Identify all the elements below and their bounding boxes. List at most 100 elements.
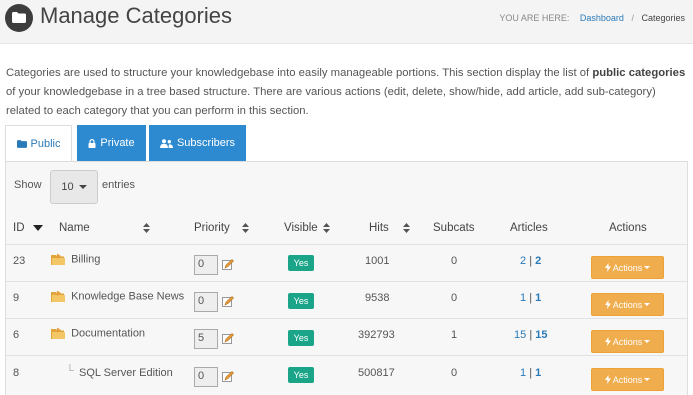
articles-count-link[interactable]: 1 — [520, 292, 526, 304]
tab-subscribers[interactable]: Subscribers — [149, 125, 246, 161]
entries-per-page-value: 10 — [61, 181, 74, 193]
articles-count-link[interactable]: 1 — [520, 367, 526, 379]
visible-toggle[interactable]: Yes — [288, 330, 314, 346]
page-header: Manage Categories YOU ARE HERE: Dashboar… — [0, 0, 693, 44]
caret-down-icon — [644, 266, 651, 269]
column-header-visible[interactable]: Visible — [284, 222, 330, 234]
breadcrumb-prefix: YOU ARE HERE: — [499, 13, 570, 23]
breadcrumb-dashboard-link[interactable]: Dashboard — [580, 13, 624, 23]
articles-total: 15 — [535, 329, 548, 341]
articles-total: 1 — [535, 367, 542, 379]
priority-input[interactable]: 5 — [194, 329, 218, 349]
actions-button[interactable]: Actions — [591, 293, 664, 316]
column-header-subcats: Subcats — [433, 222, 475, 234]
bolt-icon — [604, 375, 611, 384]
category-name: Documentation — [71, 327, 146, 340]
bolt-icon — [604, 263, 611, 272]
sort-desc-icon — [32, 224, 43, 231]
category-name-link[interactable]: SQL Server Edition — [79, 367, 173, 379]
row-hits: 1001 — [365, 255, 390, 267]
sort-icon — [142, 222, 150, 233]
edit-pencil-icon[interactable] — [222, 371, 234, 383]
row-subcats: 0 — [451, 292, 458, 304]
articles-total: 2 — [535, 255, 542, 267]
actions-button-label: Actions — [612, 299, 643, 310]
priority-input[interactable]: 0 — [194, 255, 218, 275]
category-name: Billing — [71, 253, 101, 266]
show-label: Show — [14, 179, 42, 191]
intro-text: Categories are used to structure your kn… — [6, 64, 686, 121]
column-header-priority[interactable]: Priority — [194, 222, 249, 234]
column-header-actions: Actions — [609, 222, 647, 234]
row-id: 6 — [13, 329, 20, 341]
actions-button[interactable]: Actions — [591, 256, 664, 279]
users-icon — [159, 138, 173, 148]
column-header-hits[interactable]: Hits — [369, 222, 411, 234]
breadcrumb-separator: / — [631, 13, 634, 23]
folder-icon — [16, 140, 27, 148]
breadcrumb-current: Categories — [641, 13, 685, 23]
column-header-name[interactable]: Name — [59, 222, 150, 234]
column-header-visible-label: Visible — [284, 222, 318, 234]
tab-private-label: Private — [100, 137, 135, 149]
row-subcats: 0 — [451, 367, 458, 379]
edit-pencil-icon[interactable] — [222, 296, 234, 308]
articles-separator: | — [529, 255, 533, 267]
articles-separator: | — [529, 329, 533, 341]
caret-down-icon — [644, 378, 651, 381]
row-hits: 500817 — [358, 367, 395, 379]
actions-button[interactable]: Actions — [591, 368, 664, 391]
folder-icon — [5, 4, 33, 32]
visible-toggle[interactable]: Yes — [288, 367, 314, 383]
column-header-id-label: ID — [13, 222, 25, 234]
visible-toggle[interactable]: Yes — [288, 255, 314, 271]
tab-public-label: Public — [30, 138, 61, 150]
intro-text-part2: of your knowledgebase in a tree based st… — [6, 86, 656, 117]
column-header-name-label: Name — [59, 222, 90, 234]
column-header-id[interactable]: ID — [13, 222, 43, 234]
row-id: 23 — [13, 255, 26, 267]
entries-per-page-select[interactable]: 10 — [50, 170, 98, 204]
row-articles: 1 | 1 — [520, 367, 541, 379]
row-divider — [6, 355, 687, 356]
category-name-link[interactable]: Knowledge Base News — [51, 290, 184, 303]
visible-toggle[interactable]: Yes — [288, 293, 314, 309]
actions-button-label: Actions — [612, 336, 643, 347]
bolt-icon — [604, 337, 611, 346]
row-hits: 9538 — [365, 292, 390, 304]
folder-icon — [51, 327, 65, 339]
row-articles: 1 | 1 — [520, 292, 541, 304]
category-name-link[interactable]: Billing — [51, 253, 100, 266]
caret-down-icon — [78, 185, 87, 189]
articles-separator: | — [529, 367, 533, 379]
articles-separator: | — [529, 292, 533, 304]
category-name: Knowledge Base News — [71, 290, 185, 303]
row-divider — [6, 244, 687, 245]
column-header-hits-label: Hits — [369, 222, 389, 234]
edit-pencil-icon[interactable] — [222, 259, 234, 271]
sort-icon — [322, 222, 330, 233]
lock-icon — [88, 138, 96, 148]
actions-button[interactable]: Actions — [591, 330, 664, 353]
articles-count-link[interactable]: 2 — [520, 255, 526, 267]
tab-private[interactable]: Private — [77, 125, 146, 161]
edit-pencil-icon[interactable] — [222, 333, 234, 345]
row-divider — [6, 281, 687, 282]
folder-icon — [51, 253, 65, 265]
row-articles: 15 | 15 — [514, 329, 547, 341]
articles-count-link[interactable]: 15 — [514, 329, 526, 341]
priority-input[interactable]: 0 — [194, 367, 218, 387]
caret-down-icon — [644, 340, 651, 343]
actions-button-label: Actions — [612, 262, 643, 273]
priority-input[interactable]: 0 — [194, 292, 218, 312]
sort-icon — [403, 222, 411, 233]
tab-subscribers-label: Subscribers — [176, 137, 236, 149]
row-subcats: 0 — [451, 255, 458, 267]
row-subcats: 1 — [451, 329, 458, 341]
column-header-articles: Articles — [510, 222, 548, 234]
tab-public[interactable]: Public — [5, 125, 72, 162]
category-name-link[interactable]: Documentation — [51, 327, 145, 340]
categories-panel: Show 10 entries ID Name Priority Visible… — [5, 161, 688, 395]
folder-icon — [51, 290, 65, 302]
actions-button-label: Actions — [612, 374, 643, 385]
